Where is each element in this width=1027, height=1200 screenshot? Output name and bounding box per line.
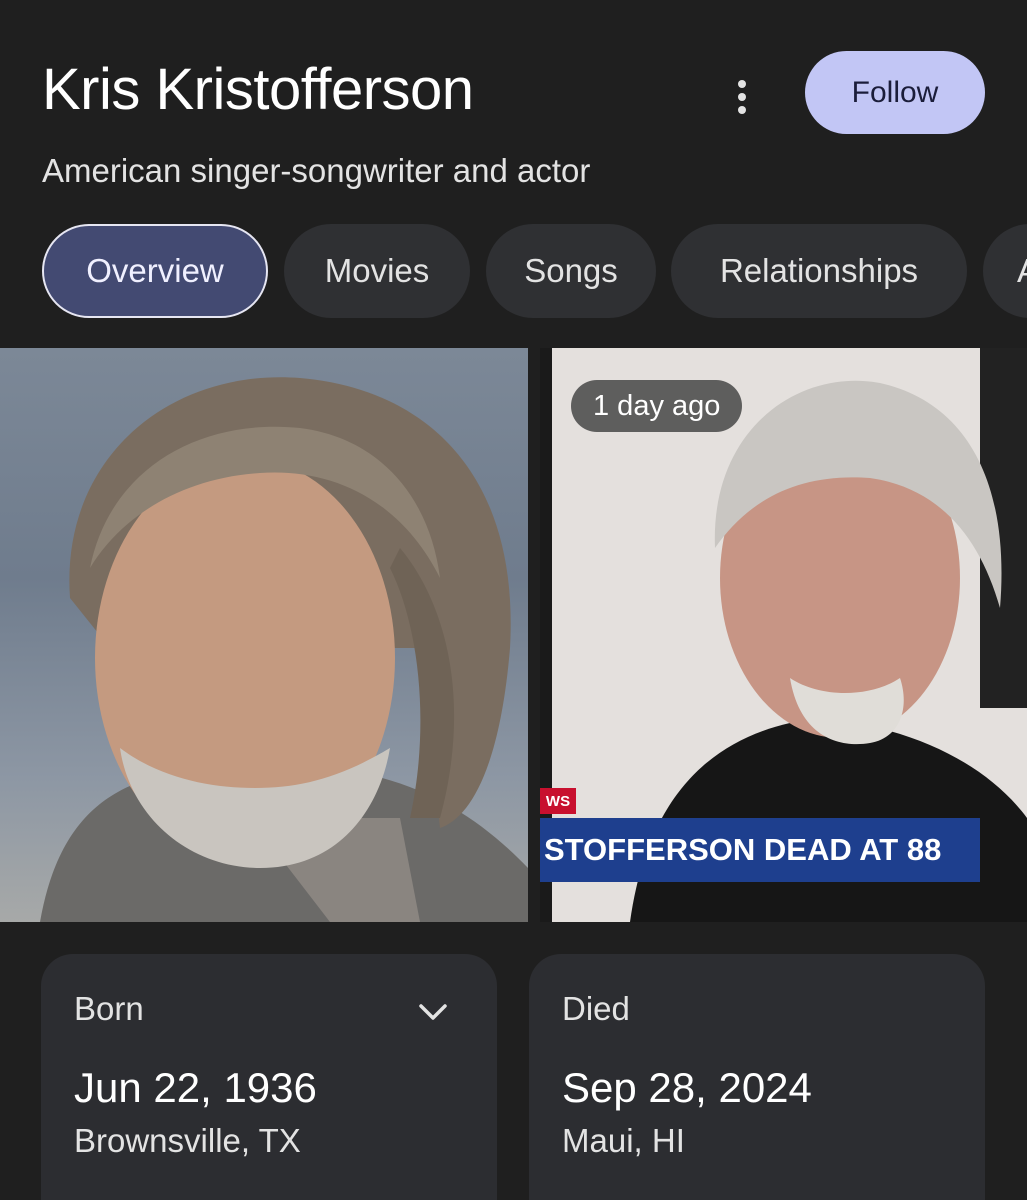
born-card[interactable]: Born Jun 22, 1936 Brownsville, TX: [41, 954, 497, 1200]
news-ticker-tag: WS: [540, 788, 576, 814]
tab-relationships[interactable]: Relationships: [671, 224, 967, 318]
news-ticker: STOFFERSON DEAD AT 88: [540, 818, 980, 882]
portrait-illustration: [40, 377, 528, 922]
tab-movies[interactable]: Movies: [284, 224, 470, 318]
died-place: Maui, HI: [562, 1122, 685, 1159]
news-age-badge: 1 day ago: [571, 380, 743, 432]
follow-button[interactable]: Follow: [805, 51, 985, 134]
entity-subtitle: American singer-songwriter and actor: [42, 152, 591, 189]
tab-songs[interactable]: Songs: [486, 224, 656, 318]
chevron-down-icon[interactable]: [415, 994, 451, 1030]
born-label: Born: [74, 990, 144, 1027]
died-date: Sep 28, 2024: [562, 1064, 812, 1111]
more-options-icon[interactable]: [722, 74, 762, 120]
portrait-image[interactable]: [0, 348, 528, 922]
tab-more-partial[interactable]: A: [983, 224, 1027, 318]
died-card[interactable]: Died Sep 28, 2024 Maui, HI: [529, 954, 985, 1200]
page-title: Kris Kristofferson: [42, 57, 474, 122]
born-date: Jun 22, 1936: [74, 1064, 317, 1111]
born-place: Brownsville, TX: [74, 1122, 301, 1159]
died-label: Died: [562, 990, 630, 1027]
tab-bar: Overview Movies Songs Relationships A: [42, 224, 1027, 320]
tab-overview[interactable]: Overview: [42, 224, 268, 318]
